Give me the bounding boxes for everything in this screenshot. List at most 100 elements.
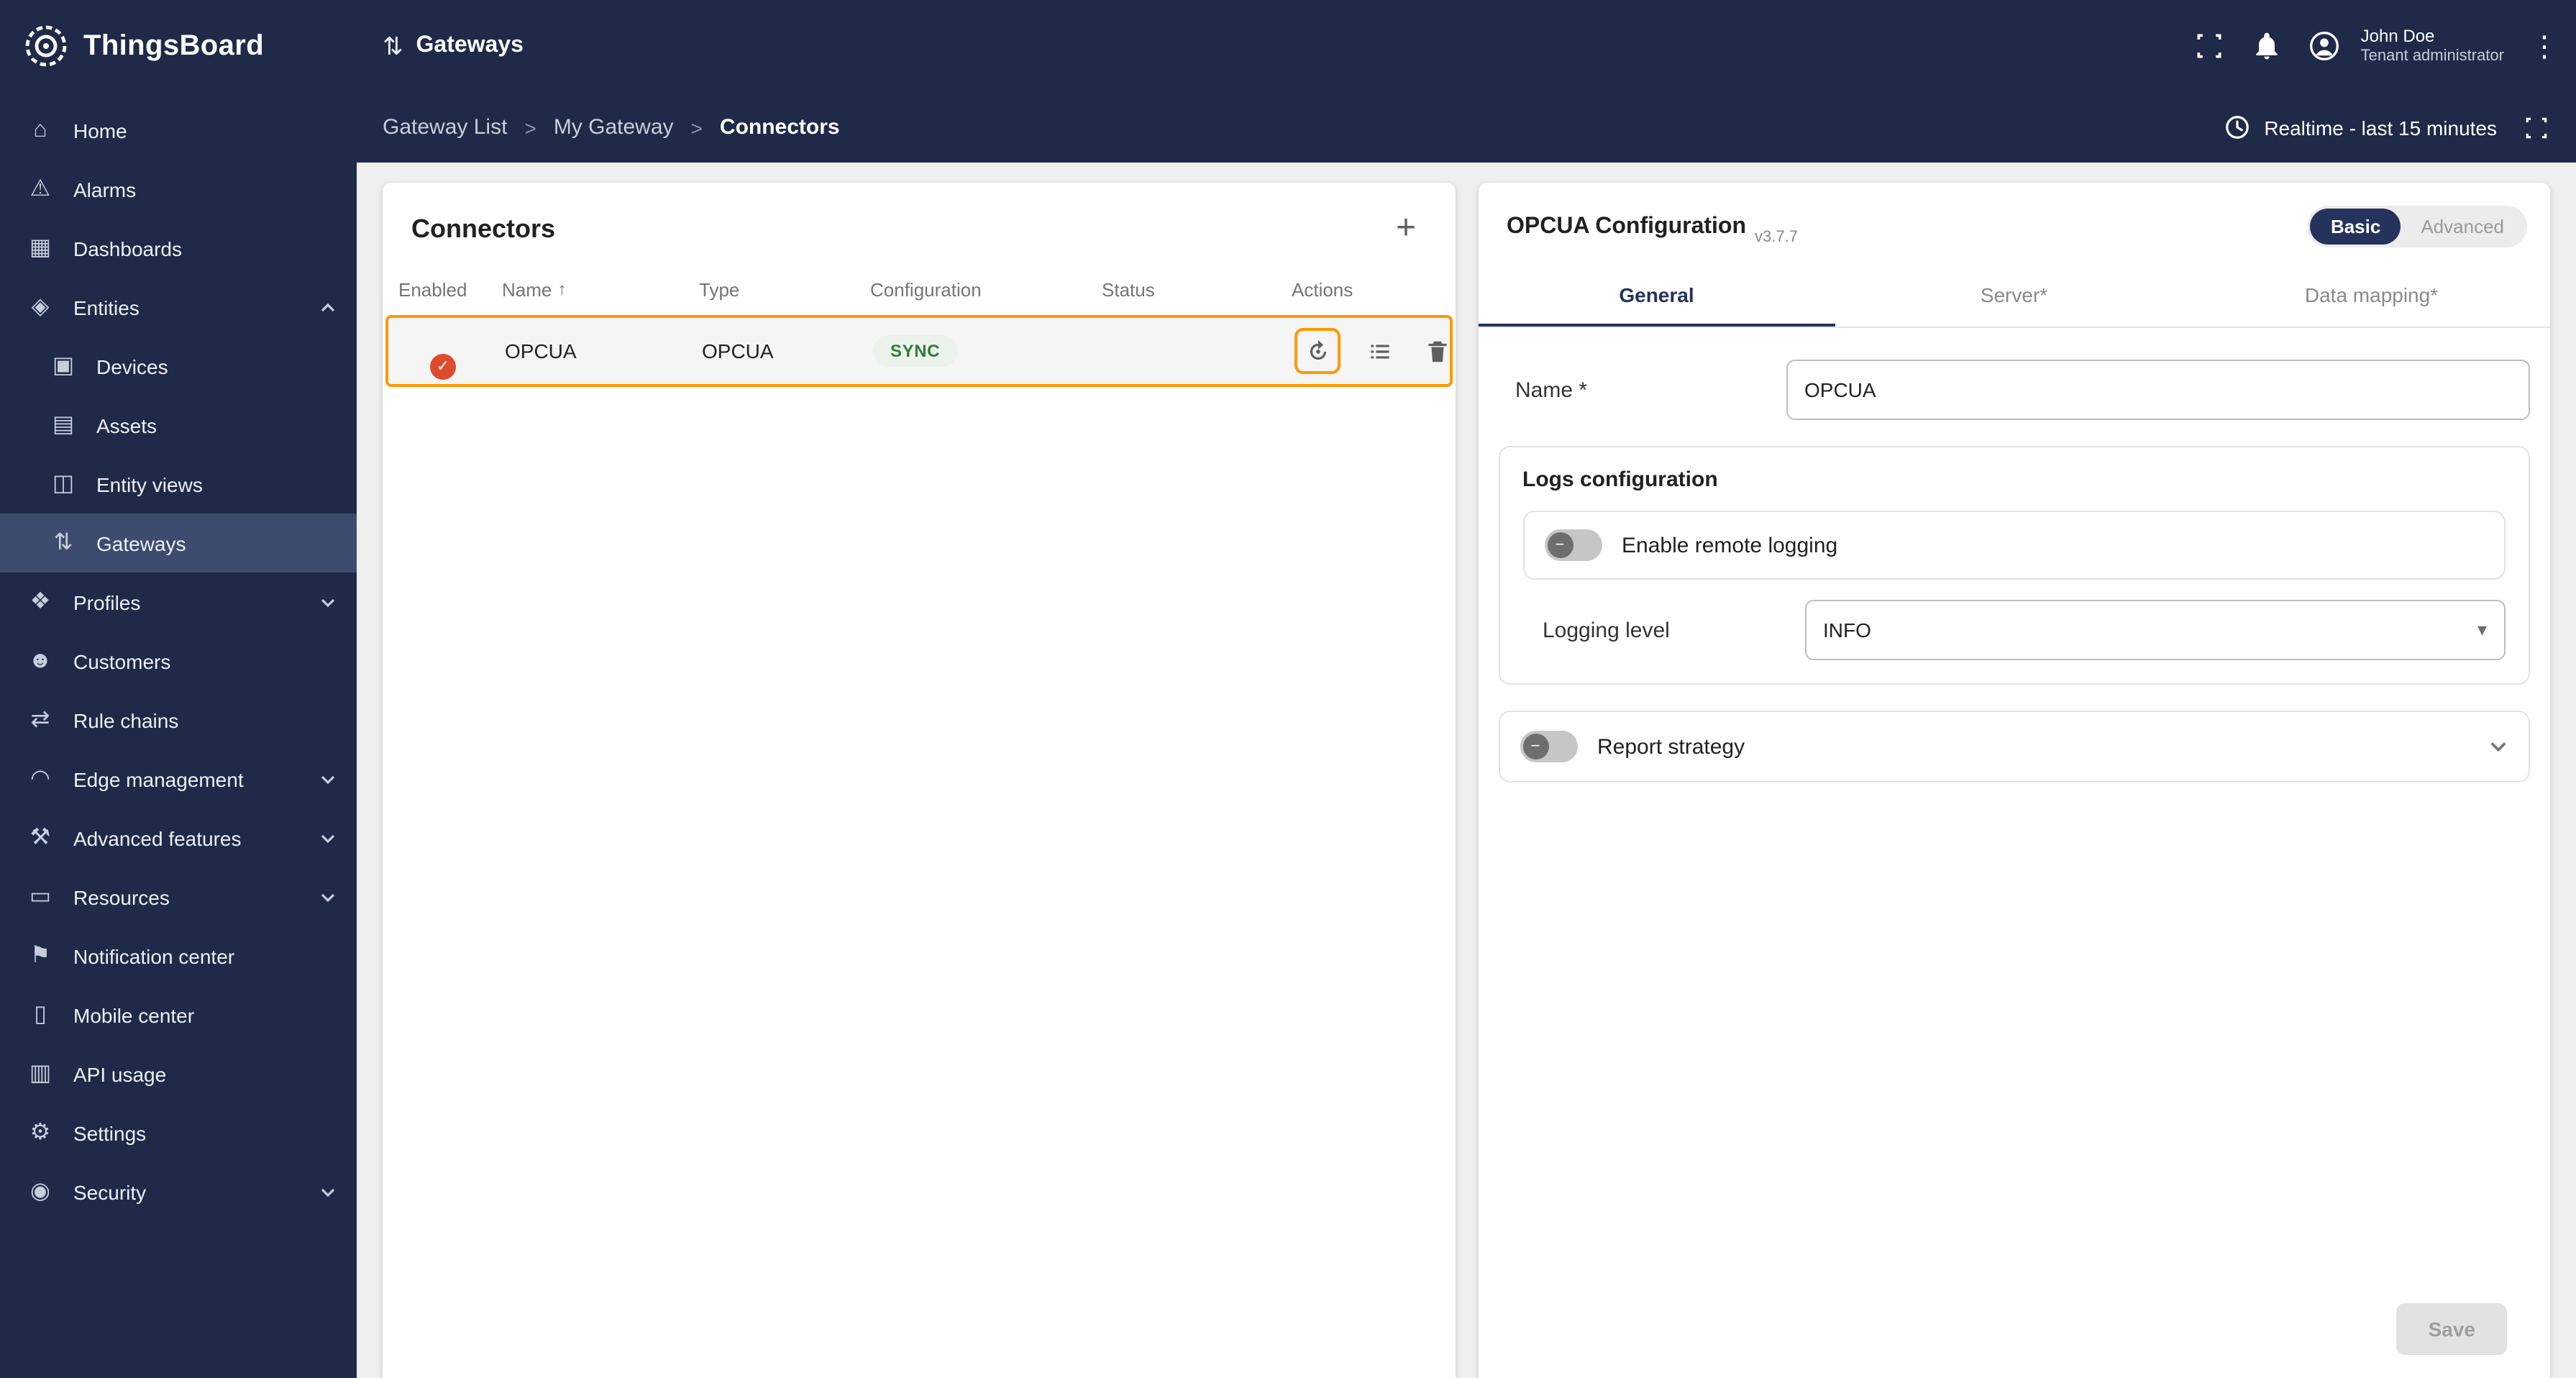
- name-field-row: Name *: [1498, 360, 2530, 420]
- column-type: Type: [699, 278, 740, 300]
- user-avatar[interactable]: [2309, 30, 2341, 62]
- report-strategy-toggle[interactable]: −: [1520, 731, 1577, 762]
- connector-type-cell: OPCUA: [702, 339, 774, 362]
- sidebar-item-gateways[interactable]: ⇅ Gateways: [0, 514, 357, 572]
- logging-level-select[interactable]: INFO ▾: [1804, 600, 2506, 660]
- sidebar-item-alarms[interactable]: ⚠ Alarms: [0, 160, 357, 219]
- sidebar-item-resources[interactable]: ▭ Resources: [0, 867, 357, 926]
- breadcrumb-bar: Gateway List > My Gateway > Connectors R…: [357, 92, 2576, 163]
- config-title: OPCUA Configuration: [1507, 214, 1746, 238]
- sidebar-item-mobile-center[interactable]: ▯ Mobile center: [0, 985, 357, 1044]
- sidebar-item-settings[interactable]: ⚙ Settings: [0, 1103, 357, 1162]
- add-connector-button[interactable]: +: [1386, 209, 1426, 249]
- settings-gear-icon: ⚙: [29, 1120, 51, 1144]
- app-logo[interactable]: ThingsBoard: [0, 23, 357, 69]
- app-name: ThingsBoard: [83, 29, 265, 61]
- breadcrumb-gateway-list[interactable]: Gateway List: [383, 115, 507, 140]
- sidebar-nav: ⌂ Home ⚠ Alarms ▦ Dashboards ◈ Entities …: [0, 92, 357, 1378]
- sidebar-item-edge-management[interactable]: ◠ Edge management: [0, 749, 357, 808]
- sidebar-item-api-usage[interactable]: ▥ API usage: [0, 1044, 357, 1103]
- connector-name-input[interactable]: [1786, 360, 2530, 420]
- caret-down-icon: ▾: [2477, 619, 2487, 640]
- customers-icon: ☻: [28, 648, 52, 672]
- mode-advanced-button[interactable]: Advanced: [2401, 209, 2524, 245]
- save-button[interactable]: Save: [2396, 1303, 2507, 1355]
- connector-name-cell: OPCUA: [505, 339, 577, 362]
- connectors-title: Connectors: [411, 214, 556, 242]
- remote-logging-row: − Enable remote logging: [1522, 511, 2506, 580]
- remote-logging-toggle[interactable]: −: [1544, 529, 1602, 561]
- sidebar-item-devices[interactable]: ▣ Devices: [0, 337, 357, 396]
- sidebar-item-assets[interactable]: ▤ Assets: [0, 396, 357, 455]
- breadcrumb-separator: >: [690, 116, 703, 139]
- sidebar-item-home[interactable]: ⌂ Home: [0, 101, 357, 160]
- connector-status-cell: [1105, 338, 1294, 364]
- advanced-features-icon: ⚒: [29, 825, 51, 849]
- sidebar-item-rule-chains[interactable]: ⇄ Rule chains: [0, 690, 357, 749]
- tab-general[interactable]: General: [1478, 265, 1835, 327]
- logging-level-value: INFO: [1823, 619, 1871, 642]
- work-area: Connectors + Enabled Name ↑ Type Configu…: [357, 163, 2576, 1378]
- config-tabs: General Server* Data mapping*: [1478, 265, 2550, 328]
- dashboard-fullscreen-icon[interactable]: [2523, 114, 2550, 141]
- rpc-icon[interactable]: [1294, 328, 1340, 374]
- time-window-selector[interactable]: Realtime - last 15 minutes: [2224, 114, 2497, 141]
- tab-data-mapping[interactable]: Data mapping*: [2193, 265, 2550, 327]
- security-icon: ◉: [30, 1179, 50, 1203]
- breadcrumb-my-gateway[interactable]: My Gateway: [554, 115, 674, 140]
- report-strategy-label: Report strategy: [1597, 734, 1745, 759]
- tab-server[interactable]: Server*: [1835, 265, 2193, 327]
- chevron-down-icon: [319, 829, 337, 847]
- fullscreen-icon[interactable]: [2194, 30, 2226, 62]
- config-body: Name * Logs configuration − Enable remot…: [1478, 328, 2550, 1378]
- clock-icon: [2226, 116, 2250, 139]
- sidebar-item-security[interactable]: ◉ Security: [0, 1162, 357, 1221]
- entity-views-icon: ◫: [52, 471, 75, 496]
- sidebar-item-advanced-features[interactable]: ⚒ Advanced features: [0, 808, 357, 867]
- name-field-label: Name *: [1515, 378, 1588, 402]
- resources-icon: ▭: [29, 884, 52, 908]
- sidebar-item-notification-center[interactable]: ⚑ Notification center: [0, 926, 357, 985]
- toggle-minus-icon: −: [1522, 734, 1548, 759]
- logging-level-row: Logging level INFO ▾: [1522, 600, 2506, 660]
- sidebar-item-profiles[interactable]: ❖ Profiles: [0, 572, 357, 631]
- topbar-actions: John Doe Tenant administrator ⋮: [2194, 25, 2576, 67]
- connector-row-opcua[interactable]: ✓ OPCUA OPCUA SYNC: [385, 315, 1452, 387]
- notifications-bell-icon[interactable]: [2252, 30, 2283, 62]
- logs-configuration-section: Logs configuration − Enable remote loggi…: [1498, 446, 2530, 685]
- alarms-icon: ⚠: [29, 176, 51, 201]
- thingsboard-app: ThingsBoard ⇅ Gateways John Doe Tenant a…: [0, 0, 2576, 1378]
- gateways-icon: ⇅: [53, 530, 73, 555]
- chevron-down-icon: [319, 1183, 337, 1200]
- dashboards-icon: ▦: [29, 235, 52, 260]
- toggle-check-icon: ✓: [430, 354, 456, 380]
- report-strategy-expander[interactable]: − Report strategy: [1498, 711, 2530, 782]
- top-bar: ThingsBoard ⇅ Gateways John Doe Tenant a…: [0, 0, 2576, 92]
- mode-basic-button[interactable]: Basic: [2310, 209, 2401, 245]
- assets-icon: ▤: [52, 412, 75, 437]
- sidebar-item-entity-views[interactable]: ◫ Entity views: [0, 455, 357, 514]
- notification-center-icon: ⚑: [29, 943, 51, 967]
- config-footer: Save: [1498, 1280, 2530, 1378]
- logging-level-label: Logging level: [1543, 618, 1670, 642]
- sync-badge: SYNC: [873, 335, 958, 367]
- sidebar-item-entities[interactable]: ◈ Entities: [0, 278, 357, 337]
- sort-ascending-icon: ↑: [557, 279, 567, 299]
- sidebar-item-customers[interactable]: ☻ Customers: [0, 631, 357, 690]
- column-actions: Actions: [1292, 278, 1353, 300]
- kebab-menu-icon[interactable]: ⋮: [2530, 28, 2559, 64]
- mobile-center-icon: ▯: [34, 1002, 47, 1026]
- column-status: Status: [1102, 278, 1155, 300]
- column-name-sortable[interactable]: Name ↑: [502, 278, 699, 300]
- content-column: Gateway List > My Gateway > Connectors R…: [357, 92, 2576, 1378]
- sidebar-item-dashboards[interactable]: ▦ Dashboards: [0, 219, 357, 278]
- main-row: ⌂ Home ⚠ Alarms ▦ Dashboards ◈ Entities …: [0, 92, 2576, 1378]
- connector-actions-cell: [1294, 328, 1455, 374]
- connector-config-panel: OPCUA Configuration v3.7.7 Basic Advance…: [1478, 183, 2550, 1378]
- config-version: v3.7.7: [1755, 229, 1798, 246]
- delete-icon[interactable]: [1418, 332, 1455, 370]
- logs-configuration-title: Logs configuration: [1522, 467, 1718, 492]
- mode-segmented-control: Basic Advanced: [2307, 206, 2527, 247]
- home-icon: ⌂: [33, 117, 47, 142]
- logs-list-icon[interactable]: [1361, 332, 1398, 370]
